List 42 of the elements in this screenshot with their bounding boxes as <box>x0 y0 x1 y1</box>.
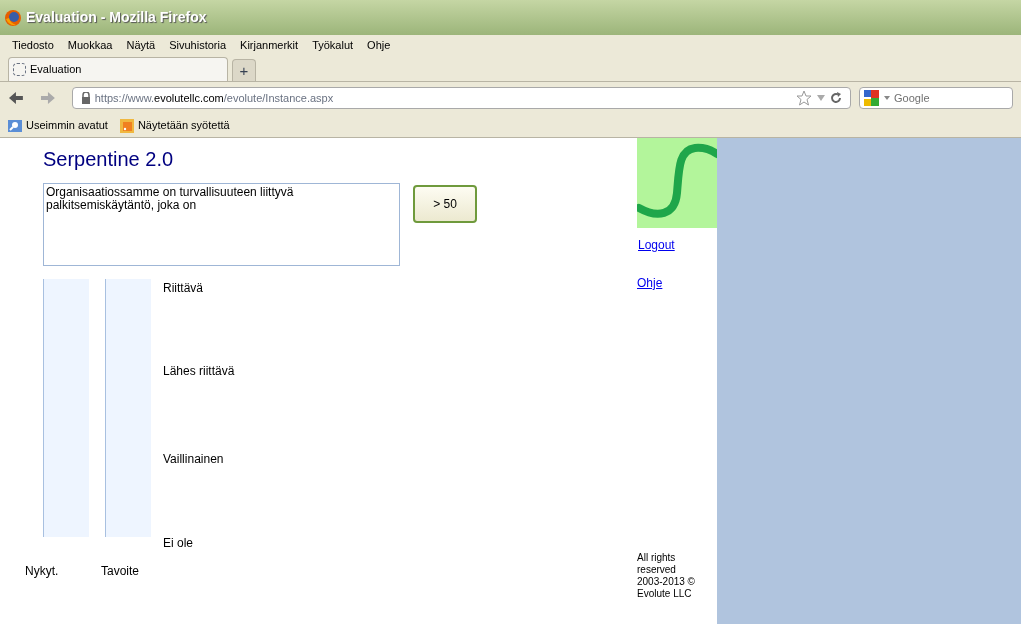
lock-icon <box>80 92 91 104</box>
window-title: Evaluation - Mozilla Firefox <box>26 8 207 27</box>
scale-label: Riittävä <box>163 280 204 297</box>
search-input[interactable]: Google <box>894 89 1005 107</box>
new-tab-button[interactable]: + <box>232 59 256 81</box>
dropdown-icon[interactable] <box>884 96 891 100</box>
next-button[interactable]: > 50 <box>413 185 477 223</box>
menu-item[interactable]: Ohje <box>367 36 391 54</box>
reload-icon[interactable] <box>830 92 843 104</box>
menu-item[interactable]: Tiedosto <box>12 36 54 54</box>
menu-item[interactable]: Näytä <box>126 36 156 54</box>
search-engine-icon <box>864 90 881 106</box>
menu-item[interactable]: Sivuhistoria <box>169 36 227 54</box>
scale-label: Ei ole <box>163 535 195 552</box>
folder-search-icon <box>8 118 22 133</box>
scale-label: Vaillinainen <box>163 451 225 468</box>
rating-column[interactable] <box>105 279 151 537</box>
question-box: Organisaatiossamme on turvallisuuteen liittyvä palkitsemiskäytäntö, joka on <box>43 183 400 266</box>
browser-tab[interactable]: Evaluation <box>8 57 228 81</box>
dropdown-icon[interactable] <box>816 94 827 102</box>
feed-icon <box>119 118 134 133</box>
menu-item[interactable]: Muokkaa <box>67 36 113 54</box>
nav-link[interactable]: Ohje <box>637 274 663 292</box>
star-icon[interactable] <box>796 90 813 106</box>
rating-column[interactable] <box>43 279 89 537</box>
browser-logo-icon <box>4 8 22 27</box>
nav-link[interactable]: Logout <box>638 236 675 254</box>
search-field[interactable]: Google <box>859 87 1013 109</box>
menu-item[interactable]: Kirjanmerkit <box>240 36 299 54</box>
column-label: Nykyt. <box>25 563 60 580</box>
forward-icon[interactable] <box>39 91 56 105</box>
bookmark-item[interactable]: Useimmin avatut <box>26 117 108 134</box>
address-bar[interactable]: https://www.evolutellc.com/evolute/Instance.aspx <box>71 87 852 109</box>
page-icon <box>13 63 26 76</box>
back-icon[interactable] <box>8 91 24 105</box>
page-title: Serpentine 2.0 <box>43 147 175 172</box>
column-label: Tavoite <box>101 563 140 580</box>
url-text: https://www.evolutellc.com/evolute/Instance.aspx <box>94 90 334 106</box>
scale-label: Lähes riittävä <box>163 363 235 380</box>
bookmark-item[interactable]: Näytetään syötettä <box>137 117 230 134</box>
copyright-text: All rights reserved 2003-2013 © Evolute LLC <box>637 552 696 600</box>
menu-item[interactable]: Työkalut <box>312 36 354 54</box>
